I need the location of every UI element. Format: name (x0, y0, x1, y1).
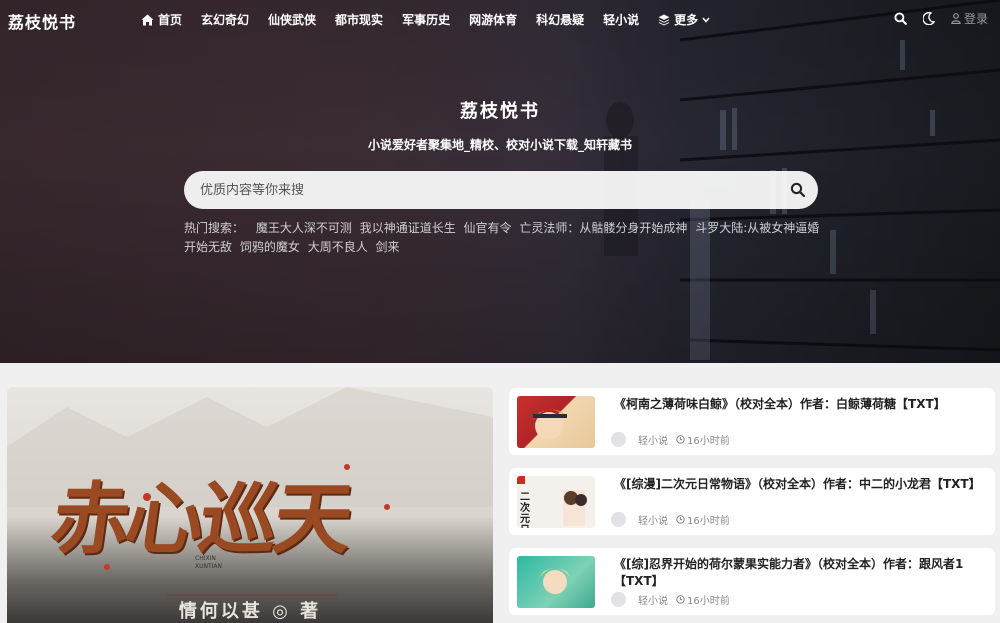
nav-item-label: 科幻悬疑 (536, 13, 585, 27)
nav-actions: 登录 (894, 10, 988, 27)
post-time-label: 16小时前 (687, 596, 730, 607)
post-thumbnail[interactable] (517, 396, 595, 448)
hot-search-term[interactable]: 剑来 (376, 240, 400, 254)
hot-search-term[interactable]: 亡灵法师：从骷髅分身开始成神 (519, 221, 687, 235)
login-label: 登录 (963, 12, 988, 26)
clock-icon (676, 515, 685, 524)
hero-title: 荔枝悦书 (460, 101, 540, 122)
post-card[interactable]: 二次元日 《[综漫]二次元日常物语》（校对全本）作者：中二的小龙君【TXT】 轻… (509, 468, 995, 535)
post-card[interactable]: 《柯南之薄荷味白鲸》（校对全本）作者：白鲸薄荷糖【TXT】 轻小说 16小时前 (509, 388, 995, 455)
nav-item-wuxia[interactable]: 仙侠武侠 (268, 11, 316, 28)
chevron-down-icon (702, 17, 710, 23)
nav-item-label: 仙侠武侠 (268, 13, 317, 27)
post-time: 16小时前 (676, 512, 730, 527)
avatar[interactable] (611, 432, 626, 447)
post-meta: 轻小说 16小时前 (611, 432, 730, 447)
hero-banner: 荔枝悦书 小说爱好者聚集地_精校、校对小说下载_知轩藏书 热门搜索： 魔王大人深… (0, 0, 1000, 363)
site-logo[interactable]: 荔枝悦书 (8, 9, 76, 33)
cover-pinyin-line: CHIXIN (195, 555, 216, 562)
nav-item-fantasy[interactable]: 玄幻奇幻 (201, 11, 249, 28)
search-icon[interactable] (790, 182, 806, 198)
hot-search-term[interactable]: 仙官有令 (464, 221, 512, 235)
hot-searches: 热门搜索： 魔王大人深不可测 我以神通证道长生 仙官有令 亡灵法师：从骷髅分身开… (184, 219, 824, 257)
avatar[interactable] (611, 592, 626, 607)
main-menu: 首页 玄幻奇幻 仙侠武侠 都市现实 军事历史 网游体育 科幻悬疑 轻小说 更多 (141, 11, 729, 28)
nav-item-scifi[interactable]: 科幻悬疑 (536, 11, 584, 28)
thumb-caption: 二次元日 (520, 492, 530, 528)
post-thumbnail[interactable]: 二次元日 (517, 476, 595, 528)
nav-item-label: 首页 (158, 13, 183, 27)
nav-item-gaming[interactable]: 网游体育 (469, 11, 517, 28)
post-time: 16小时前 (676, 592, 730, 607)
post-meta: 轻小说 16小时前 (611, 512, 730, 527)
post-category[interactable]: 轻小说 (638, 512, 668, 527)
post-title[interactable]: 《[综漫]二次元日常物语》（校对全本）作者：中二的小龙君【TXT】 (614, 476, 984, 493)
nav-item-label: 网游体育 (469, 13, 518, 27)
clock-icon (676, 595, 685, 604)
post-title[interactable]: 《柯南之薄荷味白鲸》（校对全本）作者：白鲸薄荷糖【TXT】 (614, 396, 984, 413)
post-time: 16小时前 (676, 432, 730, 447)
nav-item-label: 玄幻奇幻 (201, 13, 250, 27)
cover-pinyin: CHIXIN XUNTIAN (195, 555, 222, 571)
nav-item-lightnovel[interactable]: 轻小说 (603, 11, 639, 28)
post-thumbnail[interactable] (517, 556, 595, 608)
hot-search-term[interactable]: 魔王大人深不可测 (256, 221, 352, 235)
post-title[interactable]: 《[综]忍界开始的荷尔蒙果实能力者》（校对全本）作者：跟风者1【TXT】 (614, 556, 984, 590)
cover-author: 情何以甚 ◎ 著 (178, 601, 322, 622)
hot-search-term[interactable]: 大周不良人 (308, 240, 368, 254)
hot-search-term[interactable]: 饲鸦的魔女 (240, 240, 300, 254)
post-card[interactable]: 《[综]忍界开始的荷尔蒙果实能力者》（校对全本）作者：跟风者1【TXT】 轻小说… (509, 548, 995, 615)
nav-item-label: 轻小说 (603, 13, 640, 27)
avatar[interactable] (611, 512, 626, 527)
clock-icon (676, 435, 685, 444)
dark-mode-icon[interactable] (922, 12, 935, 25)
layers-icon (658, 14, 670, 26)
login-button[interactable]: 登录 (951, 10, 988, 27)
hot-search-label: 热门搜索： (184, 221, 245, 235)
post-category[interactable]: 轻小说 (638, 432, 668, 447)
nav-item-label: 军事历史 (402, 13, 451, 27)
nav-item-label: 更多 (674, 13, 699, 27)
user-icon (951, 13, 961, 24)
nav-item-home[interactable]: 首页 (141, 11, 182, 28)
featured-cover[interactable]: 赤心巡天 CHIXIN XUNTIAN 情何以甚 ◎ 著 (7, 387, 493, 623)
hero-subtitle: 小说爱好者聚集地_精校、校对小说下载_知轩藏书 (367, 138, 632, 152)
search-input[interactable] (200, 171, 760, 209)
post-time-label: 16小时前 (687, 516, 730, 527)
top-nav: 荔枝悦书 首页 玄幻奇幻 仙侠武侠 都市现实 军事历史 网游体育 科幻悬疑 轻小… (0, 0, 1000, 38)
cover-title: 赤心巡天 (45, 474, 355, 565)
nav-item-label: 都市现实 (335, 13, 384, 27)
hot-search-term[interactable]: 我以神通证道长生 (360, 221, 456, 235)
nav-item-more[interactable]: 更多 (658, 11, 710, 28)
home-icon (141, 14, 154, 26)
post-meta: 轻小说 16小时前 (611, 592, 730, 607)
search-icon[interactable] (894, 12, 907, 25)
nav-item-urban[interactable]: 都市现实 (335, 11, 383, 28)
search-box (184, 171, 818, 209)
post-time-label: 16小时前 (687, 436, 730, 447)
post-category[interactable]: 轻小说 (638, 592, 668, 607)
nav-item-military[interactable]: 军事历史 (402, 11, 450, 28)
cover-pinyin-line: XUNTIAN (195, 563, 223, 570)
